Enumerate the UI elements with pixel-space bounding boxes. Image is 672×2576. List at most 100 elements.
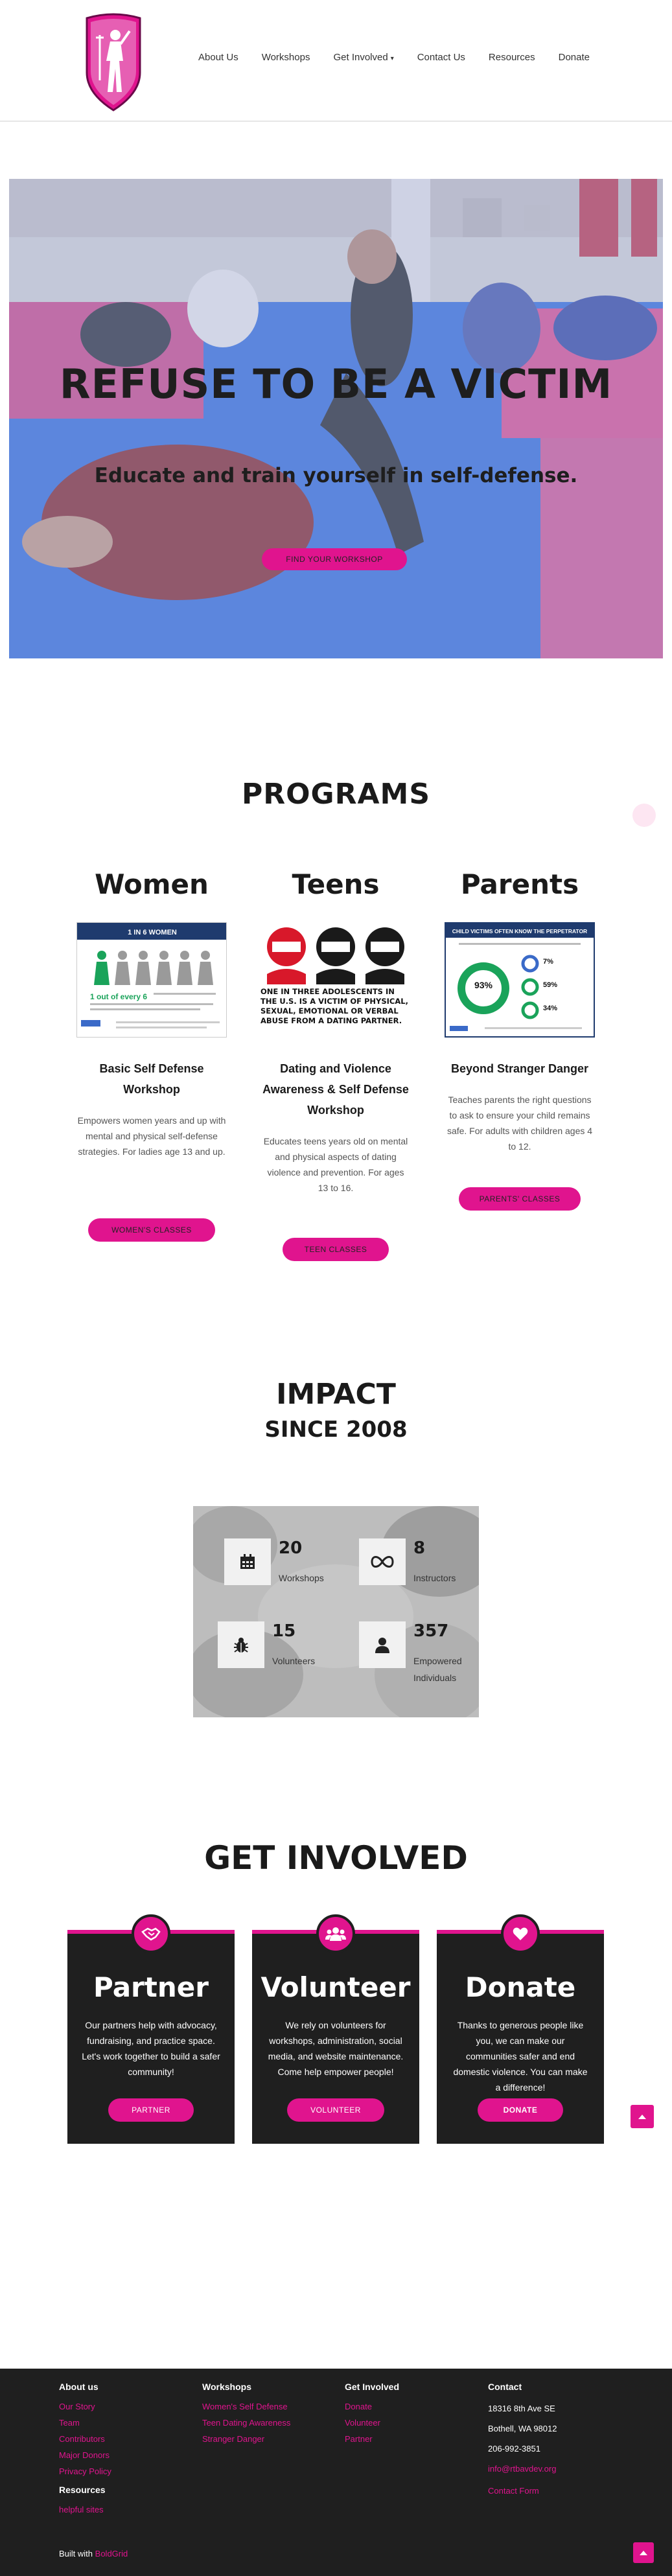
site-header: About Us Workshops Get Involved ▾ Contact… [0, 0, 672, 122]
parents-stat-main: 93% [474, 980, 493, 990]
card-text: Thanks to generous people like you, we c… [453, 2020, 588, 2093]
nav-donate[interactable]: Donate [547, 52, 601, 63]
stat-label: Empowered Individuals [413, 1656, 462, 1683]
footer-link-womens-self-defense[interactable]: Women's Self Defense [202, 2398, 332, 2415]
hero-title: REFUSE TO BE A VICTIM [59, 360, 613, 408]
chevron-up-icon [638, 2115, 646, 2119]
teen-classes-button[interactable]: TEEN CLASSES [283, 1238, 389, 1261]
chevron-up-icon [640, 2551, 647, 2555]
parents-classes-button[interactable]: PARENTS' CLASSES [459, 1187, 581, 1211]
built-with-credit: Built with BoldGrid [59, 2549, 128, 2559]
nav-contact-us[interactable]: Contact Us [406, 52, 477, 63]
parents-stat-2: 59% [543, 981, 557, 989]
programs-title: PROGRAMS [241, 778, 431, 811]
nav-label: About Us [198, 52, 238, 63]
footer-phone: 206-992-3851 [488, 2444, 540, 2454]
footer-heading: Resources [59, 2485, 106, 2495]
footer-link-partner[interactable]: Partner [345, 2431, 474, 2447]
teens-img-caption: ONE IN THREE ADOLESCENTS IN THE U.S. IS … [261, 987, 408, 1025]
partner-button[interactable]: PARTNER [108, 2098, 194, 2122]
footer-col-about: About us Our Story Team Contributors Maj… [59, 2382, 189, 2518]
donate-button[interactable]: DONATE [478, 2098, 563, 2122]
footer-link-contributors[interactable]: Contributors [59, 2431, 189, 2447]
card-title: Partner [93, 1971, 209, 2003]
card-partner: Partner Our partners help with advocacy,… [67, 1914, 235, 2144]
impact-stats-panel: 20 Workshops 8 Instructors 15 Volunteers… [193, 1506, 479, 1717]
footer-link-our-story[interactable]: Our Story [59, 2398, 189, 2415]
impact-subtitle: SINCE 2008 [264, 1417, 408, 1443]
footer-link-major-donors[interactable]: Major Donors [59, 2447, 189, 2463]
footer-heading: About us [59, 2382, 98, 2392]
footer-link-team[interactable]: Team [59, 2415, 189, 2431]
user-icon [359, 1621, 406, 1668]
footer-heading: Get Involved [345, 2382, 400, 2392]
nav-resources[interactable]: Resources [477, 52, 547, 63]
get-involved-title: GET INVOLVED [204, 1839, 468, 1877]
program-heading: Beyond Stranger Danger [450, 1062, 589, 1075]
parents-infographic: CHILD VICTIMS OFTEN KNOW THE PERPETRATOR… [445, 922, 595, 1038]
nav-about-us[interactable]: About Us [187, 52, 250, 63]
footer-address-line2: Bothell, WA 98012 [488, 2424, 557, 2433]
footer-link-donate[interactable]: Donate [345, 2398, 474, 2415]
footer-contact-form-link[interactable]: Contact Form [488, 2479, 618, 2503]
card-title: Volunteer [261, 1971, 411, 2003]
footer-heading: Contact [488, 2382, 522, 2392]
boldgrid-link[interactable]: BoldGrid [95, 2549, 128, 2559]
program-heading: Dating and Violence Awareness & Self Def… [262, 1062, 409, 1117]
caret-down-icon: ▾ [390, 55, 394, 62]
stat-value: 15 [272, 1621, 296, 1641]
nav-label: Resources [488, 52, 535, 63]
handshake-icon [132, 1914, 170, 1953]
site-logo[interactable] [82, 9, 145, 111]
footer-col-workshops: Workshops Women's Self Defense Teen Dati… [202, 2382, 332, 2447]
card-donate: Donate Thanks to generous people like yo… [437, 1914, 604, 2144]
infinity-icon [359, 1538, 406, 1585]
volunteer-button[interactable]: VOLUNTEER [287, 2098, 384, 2122]
nav-get-involved[interactable]: Get Involved ▾ [321, 52, 405, 63]
program-description: Educates teens years old on mental and p… [263, 1136, 408, 1193]
bug-icon [218, 1621, 264, 1668]
nav-label: Get Involved [333, 52, 388, 63]
find-workshop-button[interactable]: FIND YOUR WORKSHOP [262, 548, 407, 570]
footer-link-volunteer[interactable]: Volunteer [345, 2415, 474, 2431]
hero-overlay [9, 179, 663, 658]
program-teens: Teens ONE IN THREE ADOLESCENTS IN THE U.… [259, 868, 413, 1261]
program-parents: Parents CHILD VICTIMS OFTEN KNOW THE PER… [443, 868, 597, 1211]
stat-label: Instructors [413, 1573, 456, 1583]
program-name: Parents [460, 868, 579, 900]
program-women: Women 1 IN 6 WOMEN 1 out of every 6 Basi… [75, 868, 229, 1242]
card-text: We rely on volunteers for workshops, adm… [268, 2020, 404, 2077]
footer-email-link[interactable]: info@rtbavdev.org [488, 2459, 618, 2479]
stat-label: Workshops [279, 1573, 324, 1583]
stat-label: Volunteers [272, 1656, 316, 1666]
nav-workshops[interactable]: Workshops [250, 52, 322, 63]
parents-stat-1: 7% [543, 958, 553, 966]
side-dot-decoration [632, 804, 656, 827]
site-footer: About us Our Story Team Contributors Maj… [0, 2369, 672, 2576]
nav-label: Donate [558, 52, 590, 63]
parents-img-caption: CHILD VICTIMS OFTEN KNOW THE PERPETRATOR [452, 928, 587, 934]
nav-label: Contact Us [417, 52, 465, 63]
footer-col-contact: Contact 18316 8th Ave SE Bothell, WA 980… [488, 2382, 618, 2503]
footer-heading: Workshops [202, 2382, 251, 2392]
program-name: Women [95, 868, 209, 900]
program-name: Teens [292, 868, 380, 900]
footer-link-helpful-sites[interactable]: helpful sites [59, 2501, 189, 2518]
program-description: Empowers women years and up with mental … [77, 1115, 226, 1157]
footer-link-privacy-policy[interactable]: Privacy Policy [59, 2463, 189, 2479]
womens-classes-button[interactable]: WOMEN'S CLASSES [88, 1218, 215, 1242]
footer-scroll-top-button[interactable] [633, 2542, 654, 2563]
stat-value: 20 [279, 1538, 303, 1558]
program-heading: Basic Self Defense Workshop [99, 1062, 204, 1096]
card-title: Donate [465, 1971, 576, 2003]
footer-link-teen-dating[interactable]: Teen Dating Awareness [202, 2415, 332, 2431]
nav-label: Workshops [261, 52, 310, 63]
hero-banner: REFUSE TO BE A VICTIM Educate and train … [9, 179, 663, 658]
footer-address-line1: 18316 8th Ave SE [488, 2404, 555, 2413]
footer-link-stranger-danger[interactable]: Stranger Danger [202, 2431, 332, 2447]
scroll-to-top-button[interactable] [631, 2105, 654, 2128]
stat-value: 357 [413, 1621, 449, 1641]
women-img-stat: 1 out of every 6 [90, 992, 147, 1001]
teens-infographic: ONE IN THREE ADOLESCENTS IN THE U.S. IS … [261, 922, 411, 1038]
program-description: Teaches parents the right questions to a… [446, 1095, 593, 1152]
